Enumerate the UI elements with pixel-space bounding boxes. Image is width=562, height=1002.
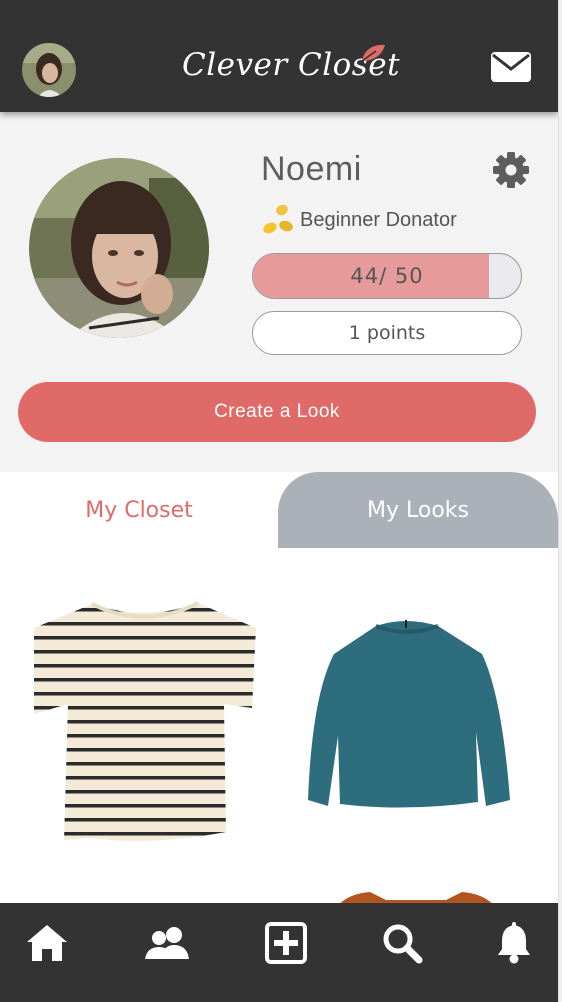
nav-add[interactable] [264, 921, 308, 965]
profile-photo [29, 158, 209, 338]
envelope-icon [491, 52, 531, 82]
brown-top-image [340, 892, 492, 903]
closet-item-brown-top[interactable] [336, 888, 496, 903]
profile-name: Noemi [261, 150, 362, 188]
tab-my-looks[interactable]: My Looks [278, 472, 558, 548]
gear-icon [493, 152, 529, 188]
home-icon [27, 925, 67, 961]
settings-button[interactable] [492, 151, 530, 189]
profile-avatar[interactable] [29, 158, 209, 338]
tab-my-closet[interactable]: My Closet [0, 472, 278, 548]
teal-sweater-image [308, 620, 510, 808]
create-look-button[interactable]: Create a Look [18, 382, 536, 442]
closet-item-teal-sweater[interactable] [306, 616, 512, 812]
nav-notifications[interactable] [492, 921, 536, 965]
bottom-nav [0, 903, 558, 1002]
profile-section: Noemi Beginner Donator 44/ 50 1 points C… [0, 112, 558, 472]
app-logo: Clever Closet [182, 40, 400, 90]
badge-label: Beginner Donator [300, 208, 457, 231]
nav-home[interactable] [25, 921, 69, 965]
app-screen: Clever Closet Noemi Beginner Donator 44/… [0, 0, 558, 1002]
bell-icon [498, 922, 530, 964]
striped-tshirt-image [34, 601, 256, 841]
top-bar: Clever Closet [0, 0, 558, 112]
messages-button[interactable] [490, 51, 532, 83]
friends-icon [145, 927, 189, 959]
search-icon [383, 924, 423, 964]
add-icon [265, 922, 307, 964]
points-display: 1 points [252, 311, 522, 355]
header-avatar[interactable] [22, 43, 76, 97]
donator-badge: Beginner Donator [260, 200, 457, 240]
closet-grid [0, 548, 558, 903]
progress-label: 44/ 50 [350, 264, 424, 288]
leaf-icon [361, 44, 385, 62]
user-avatar-icon [22, 43, 76, 97]
coins-icon [263, 204, 293, 234]
window-edge [558, 0, 562, 1002]
closet-item-striped-tshirt[interactable] [30, 600, 260, 845]
nav-friends[interactable] [143, 921, 189, 965]
nav-search[interactable] [380, 921, 424, 965]
donation-progress-bar: 44/ 50 [252, 253, 522, 299]
